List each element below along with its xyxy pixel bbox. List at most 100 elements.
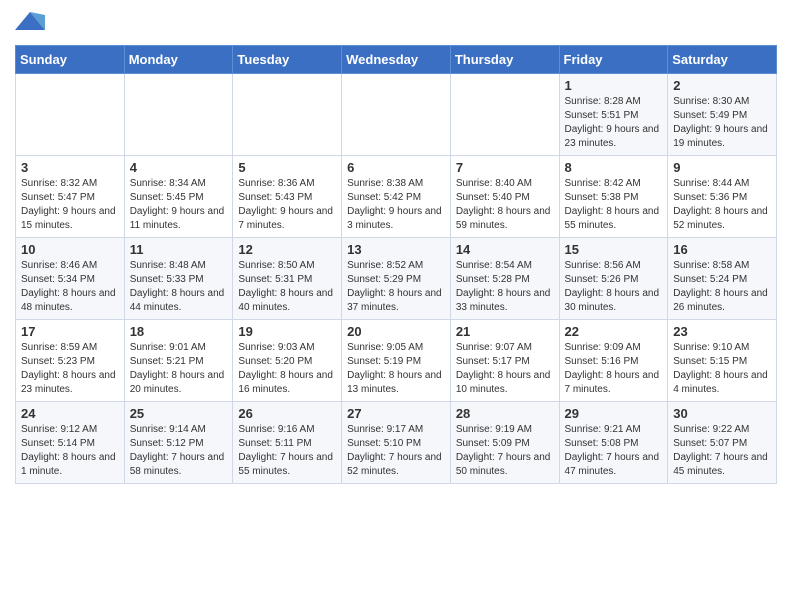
cell-info: Sunrise: 8:59 AM Sunset: 5:23 PM Dayligh… — [21, 341, 119, 397]
calendar-cell — [16, 74, 125, 156]
cell-info: Sunrise: 9:07 AM Sunset: 5:17 PM Dayligh… — [456, 341, 554, 397]
day-number: 5 — [238, 160, 336, 175]
calendar-cell: 10 Sunrise: 8:46 AM Sunset: 5:34 PM Dayli… — [16, 238, 125, 320]
calendar-cell: 19 Sunrise: 9:03 AM Sunset: 5:20 PM Dayli… — [233, 320, 342, 402]
day-number: 2 — [673, 78, 771, 93]
day-number: 10 — [21, 242, 119, 257]
cell-info: Sunrise: 8:32 AM Sunset: 5:47 PM Dayligh… — [21, 177, 119, 233]
weekday-header-friday: Friday — [559, 46, 668, 74]
week-row-1: 1 Sunrise: 8:28 AM Sunset: 5:51 PM Daylig… — [16, 74, 777, 156]
day-number: 29 — [565, 406, 663, 421]
day-number: 22 — [565, 324, 663, 339]
cell-info: Sunrise: 8:30 AM Sunset: 5:49 PM Dayligh… — [673, 95, 771, 151]
cell-info: Sunrise: 9:21 AM Sunset: 5:08 PM Dayligh… — [565, 423, 663, 479]
week-row-4: 17 Sunrise: 8:59 AM Sunset: 5:23 PM Dayli… — [16, 320, 777, 402]
calendar-cell: 16 Sunrise: 8:58 AM Sunset: 5:24 PM Dayli… — [668, 238, 777, 320]
day-number: 25 — [130, 406, 228, 421]
day-number: 11 — [130, 242, 228, 257]
cell-info: Sunrise: 8:36 AM Sunset: 5:43 PM Dayligh… — [238, 177, 336, 233]
day-number: 15 — [565, 242, 663, 257]
calendar-cell: 22 Sunrise: 9:09 AM Sunset: 5:16 PM Dayli… — [559, 320, 668, 402]
cell-info: Sunrise: 8:54 AM Sunset: 5:28 PM Dayligh… — [456, 259, 554, 315]
logo-icon — [15, 10, 45, 35]
calendar-cell: 8Sunrise: 8:42 AM Sunset: 5:38 PM Daylig… — [559, 156, 668, 238]
week-row-5: 24 Sunrise: 9:12 AM Sunset: 5:14 PM Dayli… — [16, 402, 777, 484]
day-number: 19 — [238, 324, 336, 339]
cell-info: Sunrise: 8:34 AM Sunset: 5:45 PM Dayligh… — [130, 177, 228, 233]
calendar-cell: 30 Sunrise: 9:22 AM Sunset: 5:07 PM Dayli… — [668, 402, 777, 484]
cell-info: Sunrise: 9:03 AM Sunset: 5:20 PM Dayligh… — [238, 341, 336, 397]
calendar-cell — [233, 74, 342, 156]
cell-info: Sunrise: 9:17 AM Sunset: 5:10 PM Dayligh… — [347, 423, 445, 479]
weekday-header-wednesday: Wednesday — [342, 46, 451, 74]
day-number: 13 — [347, 242, 445, 257]
calendar-cell: 21 Sunrise: 9:07 AM Sunset: 5:17 PM Dayli… — [450, 320, 559, 402]
weekday-header-thursday: Thursday — [450, 46, 559, 74]
calendar-cell: 9Sunrise: 8:44 AM Sunset: 5:36 PM Daylig… — [668, 156, 777, 238]
day-number: 24 — [21, 406, 119, 421]
cell-info: Sunrise: 9:19 AM Sunset: 5:09 PM Dayligh… — [456, 423, 554, 479]
calendar-cell — [450, 74, 559, 156]
calendar-cell: 13 Sunrise: 8:52 AM Sunset: 5:29 PM Dayli… — [342, 238, 451, 320]
day-number: 4 — [130, 160, 228, 175]
calendar-cell: 4 Sunrise: 8:34 AM Sunset: 5:45 PM Daylig… — [124, 156, 233, 238]
cell-info: Sunrise: 8:56 AM Sunset: 5:26 PM Dayligh… — [565, 259, 663, 315]
calendar-cell: 7Sunrise: 8:40 AM Sunset: 5:40 PM Daylig… — [450, 156, 559, 238]
cell-info: Sunrise: 9:22 AM Sunset: 5:07 PM Dayligh… — [673, 423, 771, 479]
calendar-cell — [124, 74, 233, 156]
cell-info: Sunrise: 8:38 AM Sunset: 5:42 PM Dayligh… — [347, 177, 445, 233]
calendar-cell: 28 Sunrise: 9:19 AM Sunset: 5:09 PM Dayli… — [450, 402, 559, 484]
cell-info: Sunrise: 9:12 AM Sunset: 5:14 PM Dayligh… — [21, 423, 119, 479]
calendar-cell: 23Sunrise: 9:10 AM Sunset: 5:15 PM Dayli… — [668, 320, 777, 402]
page-container: SundayMondayTuesdayWednesdayThursdayFrid… — [0, 0, 792, 494]
weekday-header-row: SundayMondayTuesdayWednesdayThursdayFrid… — [16, 46, 777, 74]
calendar-cell: 18Sunrise: 9:01 AM Sunset: 5:21 PM Dayli… — [124, 320, 233, 402]
calendar-cell: 29 Sunrise: 9:21 AM Sunset: 5:08 PM Dayli… — [559, 402, 668, 484]
day-number: 26 — [238, 406, 336, 421]
week-row-3: 10 Sunrise: 8:46 AM Sunset: 5:34 PM Dayli… — [16, 238, 777, 320]
calendar-cell: 11 Sunrise: 8:48 AM Sunset: 5:33 PM Dayli… — [124, 238, 233, 320]
day-number: 12 — [238, 242, 336, 257]
cell-info: Sunrise: 8:28 AM Sunset: 5:51 PM Dayligh… — [565, 95, 663, 151]
logo — [15, 10, 49, 35]
cell-info: Sunrise: 8:46 AM Sunset: 5:34 PM Dayligh… — [21, 259, 119, 315]
calendar-cell: 17 Sunrise: 8:59 AM Sunset: 5:23 PM Dayli… — [16, 320, 125, 402]
cell-info: Sunrise: 8:52 AM Sunset: 5:29 PM Dayligh… — [347, 259, 445, 315]
cell-info: Sunrise: 8:42 AM Sunset: 5:38 PM Dayligh… — [565, 177, 663, 233]
weekday-header-saturday: Saturday — [668, 46, 777, 74]
cell-info: Sunrise: 8:50 AM Sunset: 5:31 PM Dayligh… — [238, 259, 336, 315]
day-number: 20 — [347, 324, 445, 339]
calendar-cell: 1 Sunrise: 8:28 AM Sunset: 5:51 PM Daylig… — [559, 74, 668, 156]
calendar-cell: 12 Sunrise: 8:50 AM Sunset: 5:31 PM Dayli… — [233, 238, 342, 320]
calendar-cell: 25 Sunrise: 9:14 AM Sunset: 5:12 PM Dayli… — [124, 402, 233, 484]
calendar-cell: 24 Sunrise: 9:12 AM Sunset: 5:14 PM Dayli… — [16, 402, 125, 484]
cell-info: Sunrise: 9:14 AM Sunset: 5:12 PM Dayligh… — [130, 423, 228, 479]
calendar-cell — [342, 74, 451, 156]
calendar-cell: 27Sunrise: 9:17 AM Sunset: 5:10 PM Dayli… — [342, 402, 451, 484]
day-number: 16 — [673, 242, 771, 257]
day-number: 23 — [673, 324, 771, 339]
weekday-header-tuesday: Tuesday — [233, 46, 342, 74]
day-number: 30 — [673, 406, 771, 421]
day-number: 1 — [565, 78, 663, 93]
calendar-cell: 20 Sunrise: 9:05 AM Sunset: 5:19 PM Dayli… — [342, 320, 451, 402]
day-number: 17 — [21, 324, 119, 339]
cell-info: Sunrise: 8:58 AM Sunset: 5:24 PM Dayligh… — [673, 259, 771, 315]
calendar-cell: 2 Sunrise: 8:30 AM Sunset: 5:49 PM Daylig… — [668, 74, 777, 156]
calendar-cell: 5 Sunrise: 8:36 AM Sunset: 5:43 PM Daylig… — [233, 156, 342, 238]
cell-info: Sunrise: 9:09 AM Sunset: 5:16 PM Dayligh… — [565, 341, 663, 397]
weekday-header-sunday: Sunday — [16, 46, 125, 74]
header — [15, 10, 777, 35]
cell-info: Sunrise: 9:05 AM Sunset: 5:19 PM Dayligh… — [347, 341, 445, 397]
day-number: 7 — [456, 160, 554, 175]
day-number: 14 — [456, 242, 554, 257]
week-row-2: 3 Sunrise: 8:32 AM Sunset: 5:47 PM Daylig… — [16, 156, 777, 238]
day-number: 3 — [21, 160, 119, 175]
day-number: 18 — [130, 324, 228, 339]
day-number: 28 — [456, 406, 554, 421]
day-number: 6 — [347, 160, 445, 175]
day-number: 21 — [456, 324, 554, 339]
cell-info: Sunrise: 8:48 AM Sunset: 5:33 PM Dayligh… — [130, 259, 228, 315]
calendar-cell: 6 Sunrise: 8:38 AM Sunset: 5:42 PM Daylig… — [342, 156, 451, 238]
calendar-cell: 26Sunrise: 9:16 AM Sunset: 5:11 PM Dayli… — [233, 402, 342, 484]
